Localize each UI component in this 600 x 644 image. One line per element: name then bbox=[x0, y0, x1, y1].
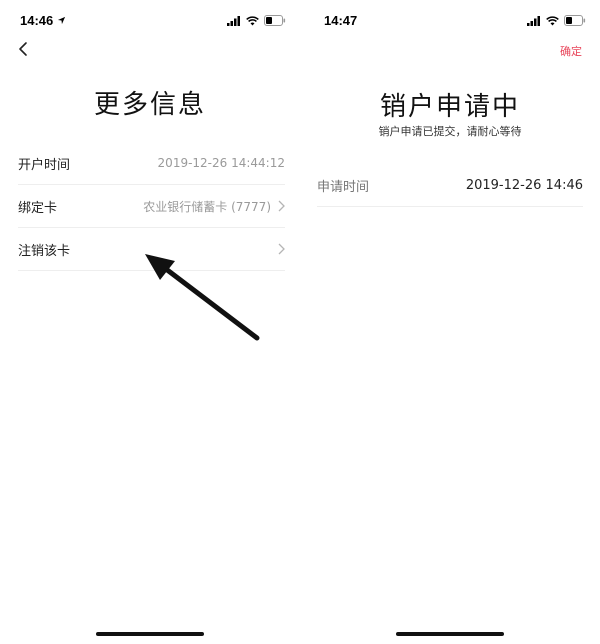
status-time: 14:46 bbox=[20, 13, 54, 28]
status-icons bbox=[527, 15, 586, 26]
row-label: 开户时间 bbox=[18, 157, 71, 173]
right-screen: 14:47 确定 销户申请中 销户申请已提交，请耐心等待 申请时间 2019-1… bbox=[300, 0, 600, 644]
row-value-wrap bbox=[277, 243, 285, 255]
chevron-right-icon bbox=[278, 243, 285, 255]
home-indicator bbox=[96, 632, 204, 636]
battery-icon bbox=[264, 15, 286, 26]
wifi-icon bbox=[246, 15, 259, 25]
row-apply-time: 申请时间 2019-12-26 14:46 bbox=[317, 164, 583, 207]
row-label: 申请时间 bbox=[317, 179, 370, 195]
row-value: 2019-12-26 14:46 bbox=[465, 177, 583, 193]
chevron-right-icon bbox=[278, 200, 285, 212]
signal-icon bbox=[227, 15, 240, 26]
confirm-button[interactable]: 确定 bbox=[560, 43, 582, 59]
row-label: 绑定卡 bbox=[18, 200, 58, 216]
row-open-time: 开户时间 2019-12-26 14:44:12 bbox=[18, 142, 285, 185]
row-value-wrap: 农业银行储蓄卡 (7777) bbox=[143, 198, 285, 215]
status-bar: 14:47 bbox=[300, 0, 600, 44]
info-list: 开户时间 2019-12-26 14:44:12 绑定卡 农业银行储蓄卡 (77… bbox=[18, 142, 285, 271]
home-indicator bbox=[396, 632, 504, 636]
status-bar: 14:46 bbox=[0, 0, 300, 44]
row-value: 2019-12-26 14:44:12 bbox=[157, 156, 285, 170]
signal-icon bbox=[527, 15, 540, 26]
back-chevron-icon bbox=[19, 42, 27, 56]
status-time-container: 14:47 bbox=[324, 13, 357, 28]
info-list: 申请时间 2019-12-26 14:46 bbox=[317, 164, 583, 207]
battery-icon bbox=[564, 15, 586, 26]
row-value: 农业银行储蓄卡 (7777) bbox=[143, 199, 271, 214]
row-bound-card[interactable]: 绑定卡 农业银行储蓄卡 (7777) bbox=[18, 185, 285, 228]
page-title: 销户申请中 bbox=[379, 92, 520, 122]
wifi-icon bbox=[546, 15, 559, 25]
row-cancel-card[interactable]: 注销该卡 bbox=[18, 228, 285, 271]
left-screen: 14:46 更多信息 开户时间 2019-12-26 14:44:12 绑定卡 … bbox=[0, 0, 300, 644]
back-button[interactable] bbox=[12, 38, 34, 60]
location-arrow-icon bbox=[58, 16, 66, 25]
status-time-container: 14:46 bbox=[20, 13, 66, 28]
status-time: 14:47 bbox=[324, 13, 358, 28]
row-label: 注销该卡 bbox=[18, 243, 71, 259]
page-subtitle: 销户申请已提交，请耐心等待 bbox=[378, 125, 522, 138]
status-icons bbox=[227, 15, 286, 26]
page-title: 更多信息 bbox=[93, 90, 206, 120]
